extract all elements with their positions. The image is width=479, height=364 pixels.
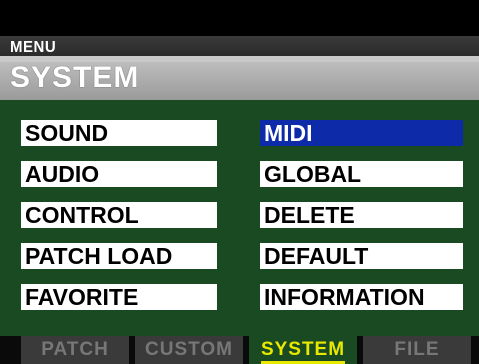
menu-panel: SOUND AUDIO CONTROL PATCH LOAD FAVORITE … bbox=[0, 100, 479, 336]
tab-patch-label: PATCH bbox=[41, 339, 109, 360]
menu-item-midi[interactable]: MIDI bbox=[260, 120, 463, 146]
menu-item-patch-load[interactable]: PATCH LOAD bbox=[21, 243, 217, 269]
tab-file-label: FILE bbox=[394, 339, 440, 360]
tab-custom-label: CUSTOM bbox=[145, 339, 233, 360]
tab-patch[interactable]: PATCH bbox=[21, 336, 129, 364]
menu-item-sound[interactable]: SOUND bbox=[21, 120, 217, 146]
page-title: SYSTEM bbox=[10, 61, 140, 94]
menu-item-audio[interactable]: AUDIO bbox=[21, 161, 217, 187]
menu-item-default[interactable]: DEFAULT bbox=[260, 243, 463, 269]
tab-bar: PATCH CUSTOM SYSTEM FILE bbox=[0, 336, 479, 364]
menu-item-control[interactable]: CONTROL bbox=[21, 202, 217, 228]
menu-item-information[interactable]: INFORMATION bbox=[260, 284, 463, 310]
tab-custom[interactable]: CUSTOM bbox=[135, 336, 243, 364]
display-screen: MENU SYSTEM SOUND AUDIO CONTROL PATCH LO… bbox=[0, 0, 479, 364]
menu-item-delete[interactable]: DELETE bbox=[260, 202, 463, 228]
tab-file[interactable]: FILE bbox=[363, 336, 471, 364]
menu-item-global[interactable]: GLOBAL bbox=[260, 161, 463, 187]
menu-label: MENU bbox=[10, 38, 57, 57]
tab-system-label: SYSTEM bbox=[260, 339, 346, 364]
tab-system[interactable]: SYSTEM bbox=[249, 336, 357, 364]
menu-item-favorite[interactable]: FAVORITE bbox=[21, 284, 217, 310]
